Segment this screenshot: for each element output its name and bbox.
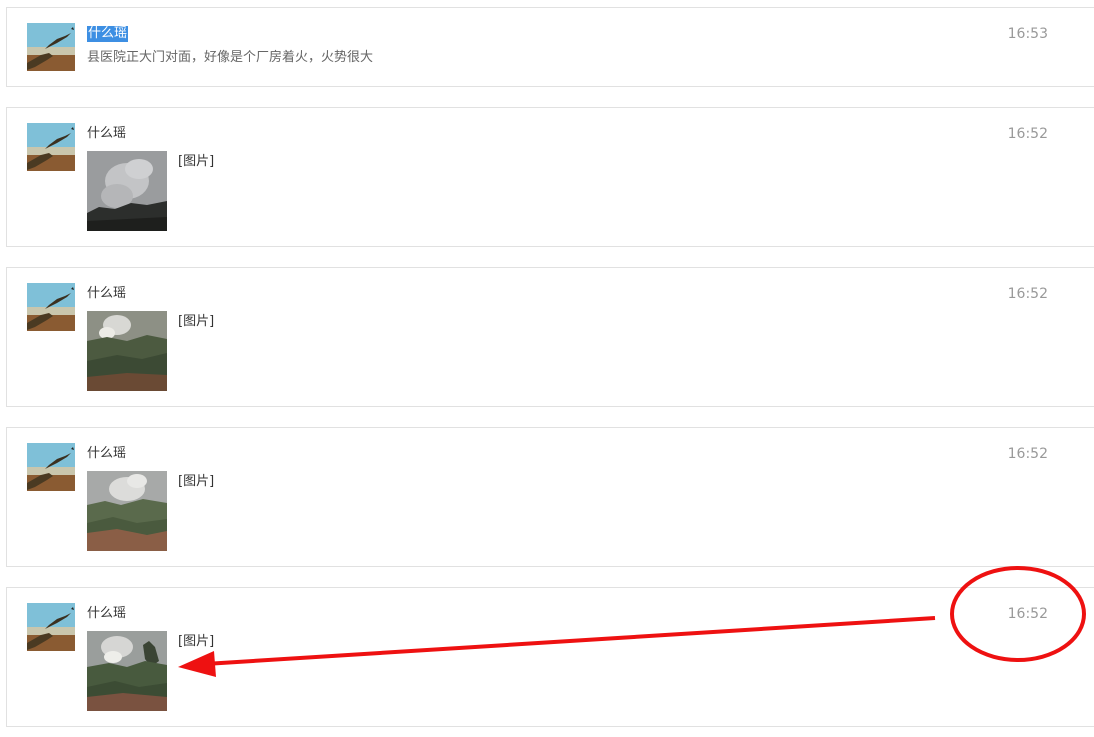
message-text: 县医院正大门对面，好像是个厂房着火，火势很大 <box>87 50 374 65</box>
fire-hillside-photo-icon <box>87 311 167 391</box>
message-time: 16:53 <box>1007 26 1048 42</box>
sender-name[interactable]: 什么瑶 <box>87 126 126 142</box>
photo-label: [图片] <box>178 474 215 489</box>
avatar[interactable] <box>27 23 75 71</box>
smoke-photo-icon <box>87 151 167 231</box>
photo-label: [图片] <box>178 154 215 169</box>
sender-name[interactable]: 什么瑶 <box>87 286 126 302</box>
message-card[interactable]: 什么瑶 [图片] 16:52 <box>6 587 1094 727</box>
message-time: 16:52 <box>1007 286 1048 302</box>
eagle-avatar-icon <box>27 283 75 331</box>
message-card[interactable]: 什么瑶 县医院正大门对面，好像是个厂房着火，火势很大 16:53 <box>6 7 1094 87</box>
sender-name[interactable]: 什么瑶 <box>87 606 126 622</box>
message-card[interactable]: 什么瑶 [图片] 16:52 <box>6 107 1094 247</box>
avatar[interactable] <box>27 443 75 491</box>
eagle-avatar-icon <box>27 603 75 651</box>
fire-valley-photo-icon <box>87 631 167 711</box>
sender-name[interactable]: 什么瑶 <box>87 446 126 462</box>
photo-thumbnail[interactable] <box>87 151 167 231</box>
message-time: 16:52 <box>1007 126 1048 142</box>
avatar[interactable] <box>27 283 75 331</box>
eagle-avatar-icon <box>27 443 75 491</box>
avatar[interactable] <box>27 603 75 651</box>
eagle-avatar-icon <box>27 23 75 71</box>
photo-label: [图片] <box>178 314 215 329</box>
eagle-avatar-icon <box>27 123 75 171</box>
message-time: 16:52 <box>1007 446 1048 462</box>
avatar[interactable] <box>27 123 75 171</box>
photo-thumbnail[interactable] <box>87 311 167 391</box>
photo-thumbnail[interactable] <box>87 471 167 551</box>
fire-slope-photo-icon <box>87 471 167 551</box>
photo-thumbnail[interactable] <box>87 631 167 711</box>
sender-name[interactable]: 什么瑶 <box>87 26 129 42</box>
message-time: 16:52 <box>1007 606 1048 622</box>
photo-label: [图片] <box>178 634 215 649</box>
message-card[interactable]: 什么瑶 [图片] 16:52 <box>6 267 1094 407</box>
message-card[interactable]: 什么瑶 [图片] 16:52 <box>6 427 1094 567</box>
